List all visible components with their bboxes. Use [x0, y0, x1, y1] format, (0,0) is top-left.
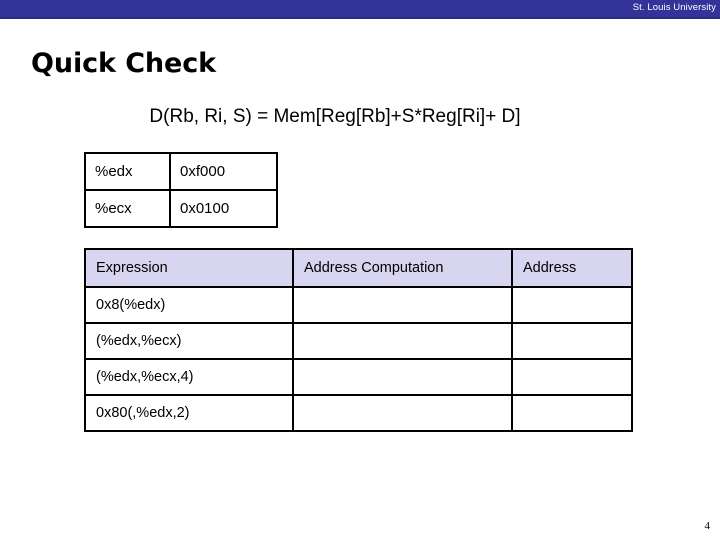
register-values-table: %edx 0xf000 %ecx 0x0100 — [84, 152, 278, 228]
cell-address[interactable] — [511, 322, 633, 360]
addressing-mode-formula: D(Rb, Ri, S) = Mem[Reg[Rb]+S*Reg[Ri]+ D] — [149, 106, 521, 127]
register-name: %edx — [84, 152, 171, 191]
column-header-address: Address — [511, 248, 633, 288]
page-number: 4 — [704, 520, 711, 532]
table-row: (%edx,%ecx) — [84, 322, 633, 360]
table-row: 0x8(%edx) — [84, 286, 633, 324]
column-header-expression: Expression — [84, 248, 294, 288]
table-row: (%edx,%ecx,4) — [84, 358, 633, 396]
cell-address-computation[interactable] — [292, 358, 513, 396]
cell-expression: 0x8(%edx) — [84, 286, 294, 324]
cell-address[interactable] — [511, 394, 633, 432]
cell-expression: 0x80(,%edx,2) — [84, 394, 294, 432]
cell-address-computation[interactable] — [292, 322, 513, 360]
top-banner: St. Louis University — [0, 0, 720, 19]
cell-address-computation[interactable] — [292, 394, 513, 432]
expression-answer-table: Expression Address Computation Address 0… — [84, 248, 633, 432]
register-value: 0xf000 — [169, 152, 278, 191]
table-header-row: Expression Address Computation Address — [84, 248, 633, 288]
cell-address-computation[interactable] — [292, 286, 513, 324]
table-row: 0x80(,%edx,2) — [84, 394, 633, 432]
cell-address[interactable] — [511, 358, 633, 396]
institution-name: St. Louis University — [632, 2, 716, 13]
cell-expression: (%edx,%ecx,4) — [84, 358, 294, 396]
table-row: %edx 0xf000 — [84, 152, 278, 191]
table-row: %ecx 0x0100 — [84, 189, 278, 228]
column-header-address-computation: Address Computation — [292, 248, 513, 288]
register-value: 0x0100 — [169, 189, 278, 228]
register-name: %ecx — [84, 189, 171, 228]
page-title: Quick Check — [31, 48, 216, 79]
cell-expression: (%edx,%ecx) — [84, 322, 294, 360]
cell-address[interactable] — [511, 286, 633, 324]
